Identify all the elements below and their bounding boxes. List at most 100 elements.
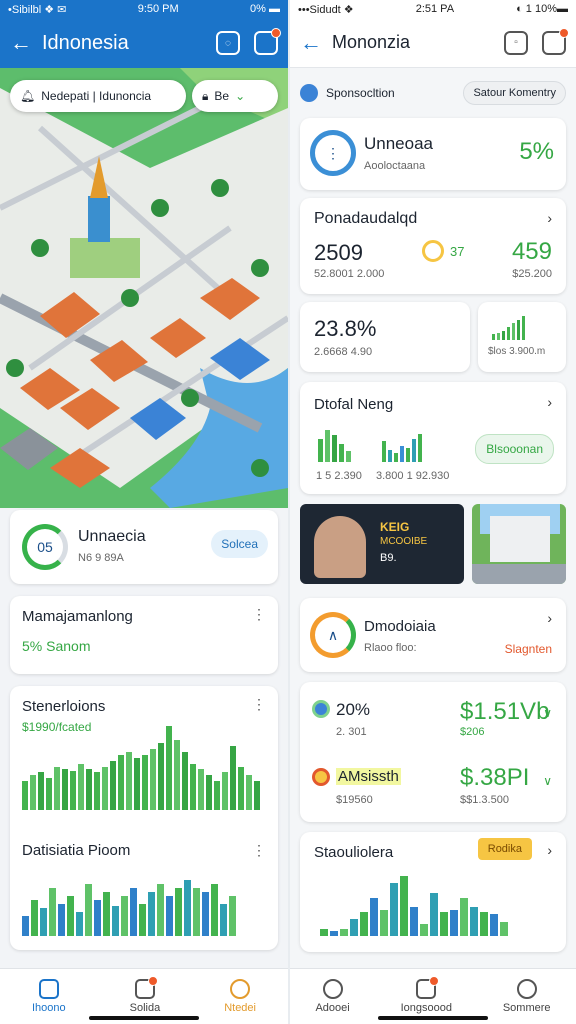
total-sub1: 1 5 2.390 [316, 470, 362, 482]
percent-card[interactable]: 23.8% 2.6668 4.90 [300, 302, 470, 372]
inbox-icon[interactable] [254, 28, 281, 55]
back-arrow-icon[interactable]: ← [300, 30, 332, 56]
chart-bar [175, 888, 182, 936]
chart-bar [202, 892, 209, 936]
nav-doc[interactable]: Iongsoood [400, 976, 452, 1014]
chevron-right-icon: › [547, 610, 552, 626]
trend-action[interactable]: Slagnten [505, 642, 552, 656]
chart-bar [497, 333, 500, 340]
assets-card[interactable]: 20% 2. 301 $1.51Vb $206 ∨ AMsissth $1956… [300, 682, 566, 822]
notification-dot [429, 976, 440, 986]
manage-title: Mamajamanlong [22, 608, 133, 625]
nav-right[interactable]: Ntedei [224, 979, 256, 1014]
chart-bar [198, 769, 204, 810]
more-icon[interactable]: ⋮ [252, 606, 266, 623]
chat-icon[interactable]: ◌ [216, 31, 240, 55]
total-button[interactable]: Blsooonan [475, 434, 554, 464]
inbox-icon[interactable] [542, 27, 569, 55]
city-map[interactable]: 🔔︎ Nedepati | Idunoncia 🔒︎ Be ⌄ [0, 68, 288, 508]
chart-bar [229, 896, 236, 936]
location-search[interactable]: 🔔︎ Nedepati | Idunoncia [10, 80, 186, 112]
nav-mid-label: Iongsoood [400, 1002, 452, 1014]
chart-bar [406, 448, 410, 462]
chart-bar [500, 922, 508, 936]
chevron-down-icon[interactable]: ∨ [543, 706, 552, 720]
balance-right-value: 459 [511, 238, 552, 265]
asset-icon [312, 768, 330, 786]
chart-bar [346, 451, 351, 462]
chart-bar [46, 778, 52, 810]
nav-profile[interactable]: Sommere [503, 979, 551, 1014]
asset2-sub: $19560 [336, 794, 373, 806]
trend-ring: ∧ [310, 612, 356, 658]
nav-solida[interactable]: Solida [130, 976, 160, 1014]
nav-home[interactable]: Ihoono [32, 979, 66, 1014]
chart-bar [418, 434, 422, 462]
filter-dropdown[interactable]: 🔒︎ Be ⌄ [192, 80, 278, 112]
balance-card[interactable]: Ponadaudalqd › 2509 52.8001 2.000 37 459… [300, 198, 566, 294]
data-title: Datisiatia Pioom [22, 842, 131, 859]
chart-bar [380, 910, 388, 936]
chart-bar [103, 892, 110, 936]
community-button[interactable]: Satour Komentry [463, 81, 566, 105]
asset2-label: AMsissth [336, 768, 401, 785]
asset2-value-sub: $$1.3.500 [460, 794, 509, 806]
summary-button[interactable]: Solcea [211, 530, 268, 558]
nav-home-label: Ihoono [31, 1002, 66, 1014]
stats-card[interactable]: Stenerloions ⋮ $1990/fcated Datisiatia P… [10, 686, 278, 950]
balance-mid: 37 [450, 244, 465, 259]
sponsor-row: Sponsocltion Satour Komentry [300, 78, 566, 108]
rate-value: 5% [519, 138, 554, 165]
nav-search[interactable]: Adooei [315, 979, 350, 1014]
notification-dot [271, 28, 281, 38]
chart-bar [410, 907, 418, 936]
manage-card[interactable]: Mamajamanlong ⋮ 5% Sanom [10, 596, 278, 674]
rate-card[interactable]: ⋮ Unneoaa Aooloctaana 5% [300, 118, 566, 190]
app-bar: ← Mononzia ▫ [290, 18, 576, 68]
chart-bar [22, 781, 28, 810]
nav-right-label: Sommere [502, 1002, 551, 1014]
summary-subtitle: N6 9 89A [78, 552, 124, 564]
stats-title: Stenerloions [22, 698, 106, 715]
chart-bar [70, 771, 76, 810]
chart-bar [121, 896, 128, 936]
presenter-image [314, 516, 366, 578]
total-card[interactable]: Dtofal Neng › 1 5 2.390 3.800 1 92.930 B… [300, 382, 566, 494]
summary-card[interactable]: 05 Unnaecia N6 9 89A Solcea [10, 510, 278, 584]
chart-bar [182, 752, 188, 810]
chevron-down-icon[interactable]: ∨ [543, 774, 552, 788]
chart-bar [142, 755, 148, 810]
notification-dot [559, 27, 569, 38]
chart-bar [502, 331, 505, 340]
chart-bar [85, 884, 92, 936]
trend-card[interactable]: ∧ Dmodoiaia Rlaoo floo: › Slagnten [300, 598, 566, 672]
video-thumbnail[interactable]: KEIG MCOOIBE B9. [300, 504, 464, 584]
stats-bar-chart [22, 726, 260, 810]
chart-bar [184, 880, 191, 936]
profile-icon [516, 979, 537, 999]
chart-bar [22, 916, 29, 936]
left-phone: •Sibilbl ❖ ✉ 9:50 PM 0% ▬ ← Idnonesia ◌ [0, 0, 288, 1024]
stats-badge[interactable]: Rodika [477, 838, 532, 860]
chart-bar [174, 740, 180, 810]
trend-subtitle: Rlaoo floo: [364, 642, 417, 654]
more-icon[interactable]: ⋮ [252, 696, 266, 713]
chart-bar [490, 914, 498, 936]
mini-chart-sub: $los 3.900.m [488, 346, 546, 357]
document-icon [134, 976, 158, 999]
stats-card[interactable]: Staouliolera Rodika › [300, 832, 566, 952]
chart-bar [193, 888, 200, 936]
chart-bar [126, 752, 132, 810]
more-icon[interactable]: ⋮ [252, 842, 266, 859]
chart-bar [190, 764, 196, 810]
back-arrow-icon[interactable]: ← [10, 30, 42, 56]
chart-bar [78, 764, 84, 810]
chevron-down-icon: ⌄ [235, 89, 246, 103]
chart-bar [76, 912, 83, 936]
info-icon: ⋮ [310, 130, 356, 176]
building-thumbnail[interactable] [472, 504, 566, 584]
chart-bar [166, 896, 173, 936]
chart-bar [394, 453, 398, 462]
mini-chart-card[interactable]: $los 3.900.m [478, 302, 566, 372]
share-icon[interactable]: ▫ [504, 30, 528, 55]
